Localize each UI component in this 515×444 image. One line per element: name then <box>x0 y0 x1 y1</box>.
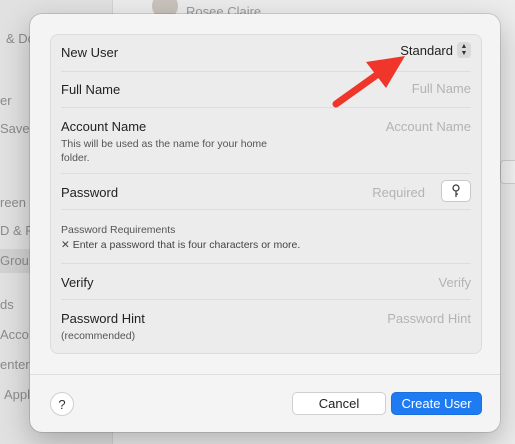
sidebar-fragment: Saver <box>0 121 34 136</box>
full-name-field[interactable] <box>311 81 471 96</box>
row-full-name: Full Name <box>61 71 471 108</box>
sidebar-fragment: Acco <box>0 327 29 342</box>
footer-divider <box>30 374 500 375</box>
account-type-popup[interactable]: Standard ▲ ▼ <box>400 42 471 58</box>
sidebar-fragment: Appl <box>4 387 31 402</box>
row-verify: Verify <box>61 263 471 300</box>
password-requirement-item: ✕ Enter a password that is four characte… <box>61 239 301 251</box>
create-user-button[interactable]: Create User <box>391 392 482 415</box>
row-password-requirements: Password Requirements ✕ Enter a password… <box>61 209 471 264</box>
account-type-value: Standard <box>400 42 453 58</box>
row-password: Password <box>61 173 471 210</box>
up-down-chevron-icon: ▲ ▼ <box>457 42 471 58</box>
password-requirements-title: Password Requirements <box>61 224 176 236</box>
background-edge-tab <box>500 160 515 184</box>
password-label: Password <box>61 185 119 200</box>
row-password-hint: Password Hint (recommended) <box>61 299 471 351</box>
help-button[interactable]: ? <box>50 392 74 416</box>
password-assistant-button[interactable] <box>441 180 471 202</box>
verify-label: Verify <box>61 275 94 290</box>
sidebar-fragment: reen <box>0 195 27 210</box>
password-hint-sublabel: (recommended) <box>61 330 136 342</box>
new-user-label: New User <box>61 45 119 60</box>
sidebar-fragment: enter <box>0 357 30 372</box>
sidebar-fragment: ds <box>0 297 14 312</box>
key-icon <box>452 184 460 197</box>
row-account-name: Account Name This will be used as the na… <box>61 107 471 174</box>
account-name-field[interactable] <box>311 119 471 134</box>
new-user-dialog: New User Standard ▲▼ Full Name Account N… <box>30 14 500 432</box>
sidebar-fragment: er <box>0 93 12 108</box>
new-user-form: New User Standard ▲▼ Full Name Account N… <box>50 34 482 354</box>
account-name-hint: This will be used as the name for your h… <box>61 138 268 164</box>
row-new-user: New User Standard ▲ ▼ <box>61 35 471 72</box>
account-name-label: Account Name <box>61 119 147 134</box>
full-name-label: Full Name <box>61 82 121 97</box>
password-hint-label: Password Hint <box>61 311 145 326</box>
verify-field[interactable] <box>311 275 471 290</box>
password-field[interactable] <box>305 185 425 200</box>
password-hint-field[interactable] <box>311 311 471 326</box>
cancel-button[interactable]: Cancel <box>292 392 386 415</box>
